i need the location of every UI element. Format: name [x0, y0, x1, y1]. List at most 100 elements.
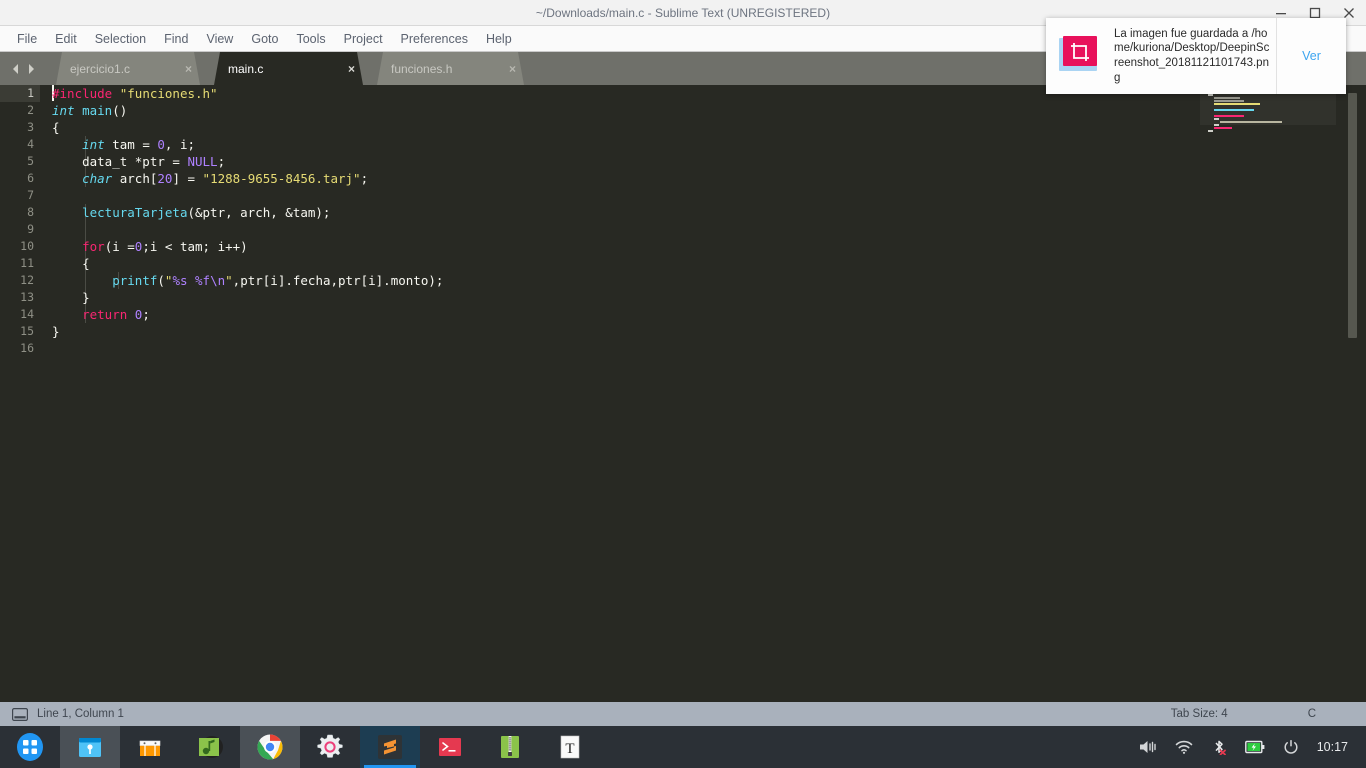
line-number: 7 — [27, 188, 34, 202]
code-line: printf("%s %f\n",ptr[i].fecha,ptr[i].mon… — [112, 273, 444, 288]
taskbar: T 10:17 — [0, 726, 1366, 768]
minimap-line — [1214, 109, 1254, 111]
menu-item-edit[interactable]: Edit — [46, 26, 86, 52]
minimap-line — [1208, 94, 1213, 96]
minimap-line — [1208, 130, 1213, 132]
code-line: } — [52, 290, 90, 305]
minimap-line — [1214, 118, 1219, 120]
chrome-icon — [257, 734, 283, 760]
line-number: 4 — [27, 137, 34, 151]
notification-view-button[interactable]: Ver — [1276, 18, 1346, 94]
code-line: data_t *ptr = NULL; — [52, 154, 226, 169]
taskbar-item-settings[interactable] — [300, 726, 360, 768]
taskbar-item-terminal[interactable] — [420, 726, 480, 768]
svg-text:T: T — [565, 741, 574, 757]
taskbar-item-sublime-text[interactable] — [360, 726, 420, 768]
status-bar: Line 1, Column 1 Tab Size: 4 C — [0, 702, 1366, 726]
line-number: 2 — [27, 103, 34, 117]
system-tray: 10:17 — [1139, 739, 1366, 755]
menu-item-tools[interactable]: Tools — [287, 26, 334, 52]
close-icon — [1344, 7, 1354, 18]
code-line: int tam = 0, i; — [82, 137, 196, 152]
minimap-line — [1214, 115, 1244, 117]
code-line: for(i =0;i < tam; i++) — [82, 239, 248, 254]
menu-item-project[interactable]: Project — [335, 26, 392, 52]
menu-item-preferences[interactable]: Preferences — [392, 26, 477, 52]
taskbar-item-archive-manager[interactable] — [480, 726, 540, 768]
code-line: lecturaTarjeta(&ptr, arch, &tam); — [82, 205, 331, 220]
line-number: 8 — [27, 205, 34, 219]
code-line: { — [52, 256, 90, 271]
minimap[interactable] — [1200, 85, 1336, 702]
minimap-line — [1214, 127, 1232, 129]
notification-popup[interactable]: La imagen fue guardada a /home/kuriona/D… — [1046, 18, 1346, 94]
taskbar-item-music-player[interactable] — [180, 726, 240, 768]
line-number: 11 — [20, 256, 34, 270]
tab-close-icon[interactable]: × — [509, 62, 516, 76]
tab-funciones-h[interactable]: funciones.h × — [369, 52, 532, 85]
taskbar-item-file-manager[interactable] — [60, 726, 120, 768]
line-number: 5 — [27, 154, 34, 168]
tab-label: main.c — [228, 61, 264, 76]
menu-item-goto[interactable]: Goto — [242, 26, 287, 52]
minimap-line — [1214, 97, 1240, 99]
line-number: 16 — [20, 341, 34, 355]
tab-close-icon[interactable]: × — [348, 62, 355, 76]
notification-icon-wrap — [1046, 18, 1114, 94]
gear-icon — [317, 734, 343, 758]
chevron-right-icon — [29, 63, 34, 74]
line-number: 10 — [20, 239, 34, 253]
line-number: 1 — [27, 86, 34, 100]
store-icon — [139, 740, 161, 756]
tab-label: funciones.h — [391, 61, 453, 76]
line-number: 6 — [27, 171, 34, 185]
tab-close-icon[interactable]: × — [185, 62, 192, 76]
tab-size-label[interactable]: Tab Size: 4 — [1171, 708, 1228, 720]
wifi-icon[interactable] — [1175, 739, 1193, 755]
menu-item-view[interactable]: View — [197, 26, 242, 52]
maximize-icon — [1309, 7, 1321, 18]
menu-item-help[interactable]: Help — [477, 26, 521, 52]
code-content[interactable]: #include "funciones.h" int main() { int … — [40, 85, 1200, 702]
code-line: return 0; — [82, 307, 150, 322]
terminal-icon — [439, 738, 461, 756]
tab-main-c[interactable]: main.c × — [206, 52, 371, 85]
taskbar-item-launcher[interactable] — [0, 726, 60, 768]
bluetooth-off-icon[interactable] — [1211, 739, 1227, 755]
taskbar-item-app-store[interactable] — [120, 726, 180, 768]
code-line: char arch[20] = "1288-9655-8456.tarj"; — [82, 171, 369, 186]
tab-scroll-arrows[interactable] — [10, 52, 44, 85]
volume-icon[interactable] — [1139, 739, 1157, 755]
sublime-icon — [378, 735, 402, 759]
line-number-gutter: 1 2 3 4 5 6 7 8 9 10 11 12 13 14 15 16 — [0, 85, 40, 702]
code-line: } — [52, 324, 60, 339]
menu-item-file[interactable]: File — [8, 26, 46, 52]
code-line: int main() — [52, 103, 128, 118]
code-editor[interactable]: 1 2 3 4 5 6 7 8 9 10 11 12 13 14 15 16 #… — [0, 85, 1366, 702]
minimize-icon — [1276, 12, 1286, 14]
file-manager-icon — [79, 738, 101, 757]
screenshot-crop-icon — [1059, 36, 1097, 71]
clock[interactable]: 10:17 — [1317, 740, 1348, 754]
vertical-scrollbar-thumb[interactable] — [1348, 93, 1357, 338]
line-number: 15 — [20, 324, 34, 338]
menu-item-selection[interactable]: Selection — [86, 26, 155, 52]
grid-launcher-icon — [17, 733, 43, 761]
code-line: #include "funciones.h" — [52, 86, 218, 101]
vertical-scrollbar-track[interactable] — [1336, 85, 1366, 702]
menu-item-find[interactable]: Find — [155, 26, 197, 52]
line-number: 9 — [27, 222, 34, 236]
taskbar-item-google-chrome[interactable] — [240, 726, 300, 768]
chevron-left-icon — [13, 63, 18, 74]
battery-charging-icon[interactable] — [1244, 740, 1265, 754]
minimap-line — [1214, 103, 1260, 105]
tab-label: ejercicio1.c — [70, 61, 131, 76]
language-label[interactable]: C — [1308, 708, 1316, 720]
taskbar-item-text-editor[interactable]: T — [540, 726, 600, 768]
minimap-line — [1220, 121, 1282, 123]
text-t-icon: T — [560, 735, 580, 759]
power-icon[interactable] — [1283, 739, 1299, 755]
line-number: 3 — [27, 120, 34, 134]
minimap-line — [1214, 100, 1244, 102]
tab-ejercicio1-c[interactable]: ejercicio1.c × — [48, 52, 208, 85]
